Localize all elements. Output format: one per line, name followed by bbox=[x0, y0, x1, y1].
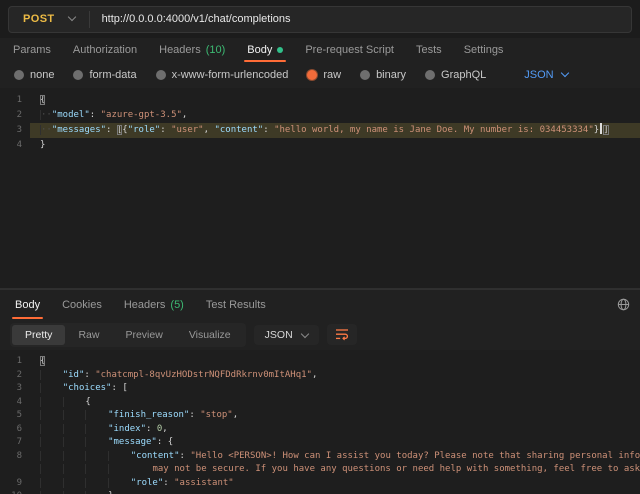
tab-pre-request-script[interactable]: Pre-request Script bbox=[294, 38, 405, 62]
line-number: 7 bbox=[0, 436, 30, 450]
code-text: { bbox=[30, 355, 640, 369]
code-text: "role": "assistant" bbox=[30, 477, 640, 491]
radio-icon bbox=[360, 70, 370, 80]
code-line[interactable]: 1{ bbox=[0, 93, 640, 108]
chevron-down-icon bbox=[560, 69, 568, 77]
radio-icon bbox=[156, 70, 166, 80]
request-url-row: POST http://0.0.0.0:4000/v1/chat/complet… bbox=[0, 0, 640, 38]
line-number: 4 bbox=[0, 396, 30, 410]
view-raw[interactable]: Raw bbox=[65, 325, 112, 345]
code-line[interactable]: 6 "index": 0, bbox=[0, 423, 640, 437]
url-input[interactable]: http://0.0.0.0:4000/v1/chat/completions bbox=[90, 13, 291, 25]
line-number: 1 bbox=[0, 355, 30, 369]
tab-params[interactable]: Params bbox=[2, 38, 62, 62]
headers-count-badge: (10) bbox=[206, 44, 226, 56]
code-line[interactable]: 2 "id": "chatcmpl-8qvUzHODstrNQFDdRkrnv0… bbox=[0, 369, 640, 383]
response-section: Body Cookies Headers(5) Test Results Pre… bbox=[0, 289, 640, 494]
radio-form-data[interactable]: form-data bbox=[73, 69, 136, 81]
tab-response-body[interactable]: Body bbox=[4, 290, 51, 319]
view-pretty[interactable]: Pretty bbox=[12, 325, 65, 345]
code-text: "id": "chatcmpl-8qvUzHODstrNQFDdRkrnv0mI… bbox=[30, 369, 640, 383]
code-line[interactable]: 7 "message": { bbox=[0, 436, 640, 450]
code-text: "index": 0, bbox=[30, 423, 640, 437]
line-number: 1 bbox=[0, 93, 30, 108]
code-text: ··"model": "azure-gpt-3.5", bbox=[30, 108, 640, 123]
wrap-text-button[interactable] bbox=[327, 324, 357, 345]
code-line[interactable]: may not be secure. If you have any quest… bbox=[0, 463, 640, 477]
raw-language-select[interactable]: JSON bbox=[524, 69, 567, 81]
radio-x-www-form-urlencoded[interactable]: x-www-form-urlencoded bbox=[156, 69, 289, 81]
response-body-editor[interactable]: 1{2 "id": "chatcmpl-8qvUzHODstrNQFDdRkrn… bbox=[0, 350, 640, 494]
tab-authorization[interactable]: Authorization bbox=[62, 38, 148, 62]
line-number bbox=[0, 463, 30, 477]
code-line[interactable]: 2··"model": "azure-gpt-3.5", bbox=[0, 108, 640, 123]
view-preview[interactable]: Preview bbox=[112, 325, 175, 345]
code-text: "content": "Hello <PERSON>! How can I as… bbox=[30, 450, 640, 464]
tab-cookies[interactable]: Cookies bbox=[51, 290, 113, 319]
tab-settings[interactable]: Settings bbox=[453, 38, 515, 62]
view-mode-switcher: Pretty Raw Preview Visualize bbox=[10, 323, 246, 347]
tab-body[interactable]: Body bbox=[236, 38, 294, 62]
code-line[interactable]: 9 "role": "assistant" bbox=[0, 477, 640, 491]
code-line[interactable]: 3 "choices": [ bbox=[0, 382, 640, 396]
body-type-row: none form-data x-www-form-urlencoded raw… bbox=[0, 62, 640, 88]
line-number: 6 bbox=[0, 423, 30, 437]
tab-response-headers[interactable]: Headers(5) bbox=[113, 290, 195, 319]
radio-selected-icon bbox=[307, 70, 317, 80]
code-line[interactable]: 10 } bbox=[0, 490, 640, 494]
line-number: 2 bbox=[0, 108, 30, 123]
response-toolbar: Pretty Raw Preview Visualize JSON bbox=[0, 319, 640, 350]
response-tabs: Body Cookies Headers(5) Test Results bbox=[0, 290, 640, 319]
line-number: 9 bbox=[0, 477, 30, 491]
code-text: "message": { bbox=[30, 436, 640, 450]
response-language-select[interactable]: JSON bbox=[254, 325, 319, 345]
code-text: { bbox=[30, 93, 640, 108]
chevron-down-icon bbox=[300, 329, 308, 337]
url-bar: POST http://0.0.0.0:4000/v1/chat/complet… bbox=[8, 6, 632, 33]
line-number: 8 bbox=[0, 450, 30, 464]
line-number: 3 bbox=[0, 123, 30, 138]
code-line[interactable]: 4 { bbox=[0, 396, 640, 410]
wrap-text-icon bbox=[335, 328, 349, 341]
chevron-down-icon bbox=[67, 13, 75, 21]
globe-icon[interactable] bbox=[617, 298, 630, 316]
method-selector[interactable]: POST bbox=[9, 7, 89, 32]
radio-raw[interactable]: raw bbox=[307, 69, 341, 81]
radio-icon bbox=[14, 70, 24, 80]
code-text: { bbox=[30, 396, 640, 410]
view-visualize[interactable]: Visualize bbox=[176, 325, 244, 345]
request-tabs: Params Authorization Headers(10) Body Pr… bbox=[0, 38, 640, 62]
active-tab-underline bbox=[244, 60, 286, 62]
request-body-editor[interactable]: 1{2··"model": "azure-gpt-3.5",3··"messag… bbox=[0, 88, 640, 289]
code-text: ··"messages": [{"role": "user", "content… bbox=[30, 123, 640, 138]
radio-graphql[interactable]: GraphQL bbox=[425, 69, 486, 81]
response-headers-count-badge: (5) bbox=[170, 299, 183, 311]
line-number: 2 bbox=[0, 369, 30, 383]
tab-tests[interactable]: Tests bbox=[405, 38, 453, 62]
method-label: POST bbox=[23, 13, 55, 25]
line-number: 4 bbox=[0, 138, 30, 153]
tab-test-results[interactable]: Test Results bbox=[195, 290, 277, 319]
radio-binary[interactable]: binary bbox=[360, 69, 406, 81]
code-line[interactable]: 8 "content": "Hello <PERSON>! How can I … bbox=[0, 450, 640, 464]
line-number: 10 bbox=[0, 490, 30, 494]
code-text: "finish_reason": "stop", bbox=[30, 409, 640, 423]
active-tab-underline bbox=[12, 317, 43, 319]
line-number: 3 bbox=[0, 382, 30, 396]
code-line[interactable]: 1{ bbox=[0, 355, 640, 369]
radio-none[interactable]: none bbox=[14, 69, 54, 81]
code-text: } bbox=[30, 490, 640, 494]
code-line[interactable]: 3··"messages": [{"role": "user", "conten… bbox=[0, 123, 640, 138]
code-line[interactable]: 5 "finish_reason": "stop", bbox=[0, 409, 640, 423]
code-text: may not be secure. If you have any quest… bbox=[30, 463, 640, 477]
line-number: 5 bbox=[0, 409, 30, 423]
code-text: "choices": [ bbox=[30, 382, 640, 396]
code-line[interactable]: 4} bbox=[0, 138, 640, 153]
code-text: } bbox=[30, 138, 640, 153]
radio-icon bbox=[73, 70, 83, 80]
text-cursor bbox=[600, 123, 602, 134]
tab-headers[interactable]: Headers(10) bbox=[148, 38, 236, 62]
body-modified-dot-icon bbox=[277, 47, 283, 53]
radio-icon bbox=[425, 70, 435, 80]
